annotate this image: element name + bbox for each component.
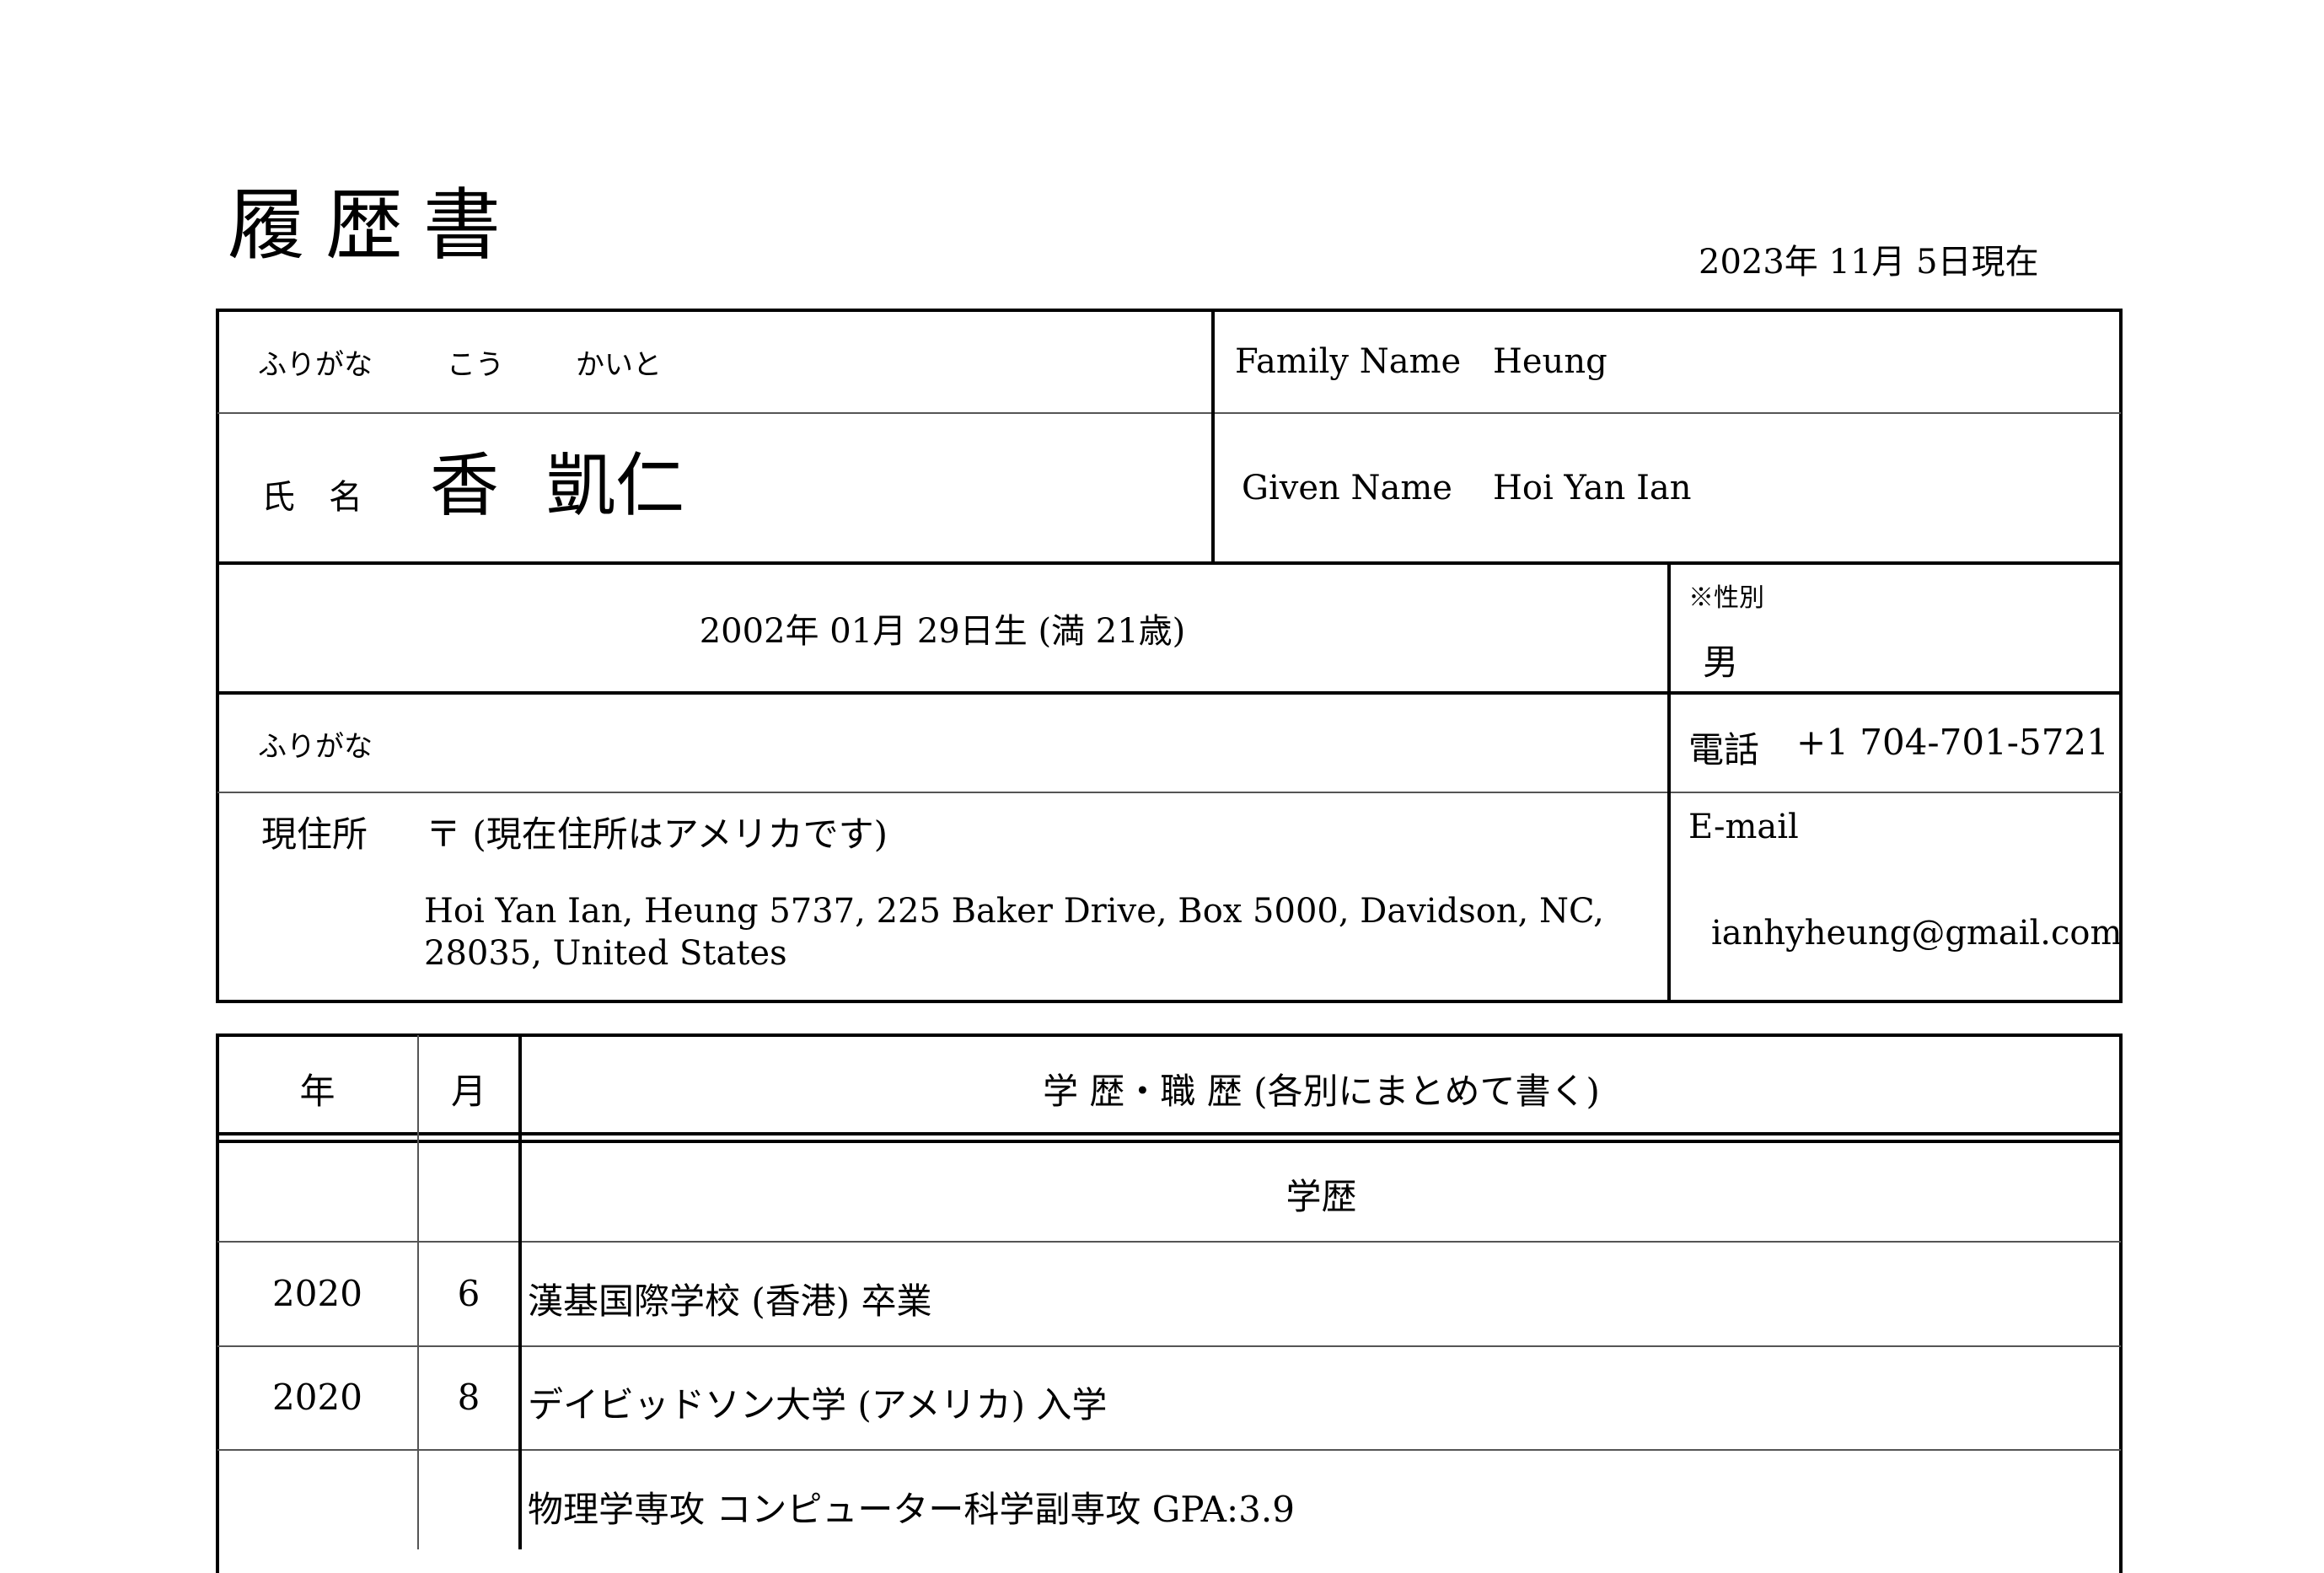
furigana-family: こう bbox=[447, 348, 504, 382]
name-family-kanji: 香 bbox=[430, 446, 500, 526]
column-header-detail: 学 歴・職 歴 (各別にまとめて書く) bbox=[1043, 1071, 1600, 1112]
column-divider bbox=[1667, 563, 1671, 1001]
email-value: ianhyheung@gmail.com bbox=[1711, 914, 2123, 953]
table-row-text: 漢基国際学校 (香港) 卒業 bbox=[528, 1280, 932, 1322]
gender-value: 男 bbox=[1703, 642, 1739, 683]
furigana-label: ふりがな bbox=[258, 348, 373, 382]
header-divider bbox=[217, 1132, 2121, 1135]
address-label: 現住所 bbox=[261, 813, 368, 855]
address-line-2: 28035, United States bbox=[424, 934, 787, 973]
address-line-1: Hoi Yan Ian, Heung 5737, 225 Baker Drive… bbox=[424, 892, 1604, 931]
address-furigana-label: ふりがな bbox=[258, 730, 373, 764]
gender-label: ※性別 bbox=[1688, 583, 1764, 613]
row-divider bbox=[217, 792, 2121, 793]
row-divider bbox=[217, 1241, 2121, 1243]
given-name-label: Given Name bbox=[1242, 469, 1452, 507]
name-given-kanji: 凱仁 bbox=[546, 446, 685, 526]
email-label: E-mail bbox=[1688, 808, 1799, 846]
table-row-text: デイビッドソン大学 (アメリカ) 入学 bbox=[528, 1384, 1108, 1425]
family-name-label: Family Name bbox=[1235, 342, 1462, 381]
name-label: 氏 名 bbox=[261, 478, 362, 517]
column-divider bbox=[1211, 310, 1215, 563]
furigana-given: かいと bbox=[576, 348, 662, 382]
phone-value: +1 704-701-5721 bbox=[1796, 722, 2109, 763]
table-row-month: 8 bbox=[457, 1377, 480, 1418]
table-row-year: 2020 bbox=[272, 1273, 362, 1314]
header-divider bbox=[217, 1140, 2121, 1143]
family-name-value: Heung bbox=[1493, 342, 1607, 381]
table-row-year: 2020 bbox=[272, 1377, 362, 1418]
as-of-date: 2023年 11月 5日現在 bbox=[1699, 243, 2039, 282]
document-title: 履歴書 bbox=[228, 180, 522, 271]
phone-label: 電話 bbox=[1688, 729, 1760, 770]
given-name-value: Hoi Yan Ian bbox=[1493, 469, 1692, 507]
postal-code: 〒 (現在住所はアメリカです) bbox=[426, 813, 888, 855]
table-row-text: 物理学専攻 コンピューター科学副専攻 GPA:3.9 bbox=[528, 1489, 1295, 1530]
row-divider bbox=[217, 691, 2121, 695]
row-divider bbox=[217, 412, 2121, 414]
column-header-year: 年 bbox=[299, 1071, 335, 1112]
row-divider bbox=[217, 1345, 2121, 1347]
section-label: 学歴 bbox=[1285, 1176, 1357, 1217]
birth-date: 2002年 01月 29日生 (満 21歳) bbox=[699, 612, 1186, 651]
column-header-month: 月 bbox=[450, 1071, 486, 1112]
row-divider bbox=[217, 1449, 2121, 1451]
row-divider bbox=[217, 561, 2121, 565]
table-row-month: 6 bbox=[457, 1273, 480, 1314]
